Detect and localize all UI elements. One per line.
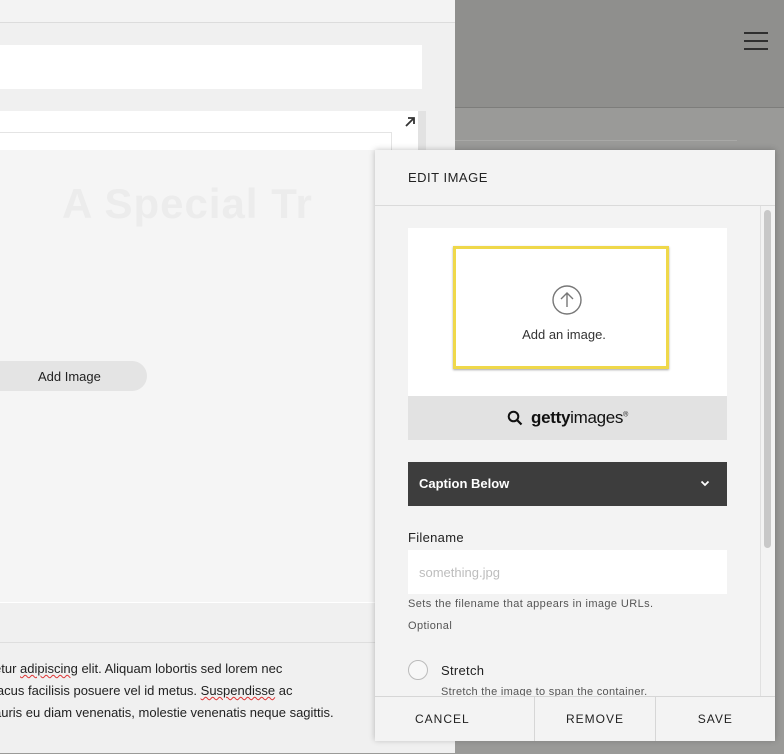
add-image-button[interactable]: Add Image — [0, 361, 147, 391]
site-header-divider — [455, 107, 784, 108]
stretch-label: Stretch — [441, 663, 485, 678]
expand-arrow-icon[interactable] — [402, 115, 418, 131]
dialog-footer: CANCEL REMOVE SAVE — [375, 696, 775, 741]
search-icon — [507, 410, 523, 426]
misspelled-word: Suspendisse — [200, 683, 276, 698]
getty-images-logo: gettyimages® — [531, 408, 628, 427]
filename-optional-text: Optional — [408, 620, 453, 632]
filename-field[interactable] — [408, 550, 727, 594]
arrow-up-circle-icon — [552, 285, 582, 315]
dialog-scroll-track — [760, 206, 761, 696]
block-divider-vertical — [391, 132, 392, 150]
edit-image-dialog: EDIT IMAGE Add an image. gettyimages® Ca… — [375, 150, 775, 741]
hamburger-icon[interactable] — [744, 32, 768, 50]
add-image-dropzone[interactable]: Add an image. — [453, 246, 669, 369]
dialog-title: EDIT IMAGE — [408, 170, 488, 185]
editor-topbar — [0, 0, 455, 23]
add-image-label: Add Image — [38, 368, 101, 384]
caption-position-select[interactable]: Caption Below — [408, 462, 727, 506]
chevron-down-icon — [700, 480, 710, 487]
image-well: Add an image. — [408, 228, 727, 396]
caption-select-value: Caption Below — [419, 476, 510, 491]
remove-button[interactable]: REMOVE — [535, 697, 656, 741]
dialog-scrollbar[interactable] — [764, 210, 771, 548]
add-image-label: Add an image. — [522, 327, 606, 342]
editor-title-field[interactable] — [0, 45, 422, 89]
body-text-segment: ac — [275, 683, 293, 698]
body-text-segment: elit. Aliquam lobortis sed lorem nec — [77, 661, 283, 676]
body-text-segment: etur — [0, 661, 17, 676]
block-divider — [0, 132, 392, 133]
cancel-button[interactable]: CANCEL — [375, 697, 536, 741]
dialog-title-divider — [375, 205, 775, 206]
getty-images-search-button[interactable]: gettyimages® — [408, 396, 727, 440]
save-button[interactable]: SAVE — [656, 697, 775, 741]
body-text-segment: auris eu diam venenatis, molestie venena… — [0, 705, 334, 720]
ghost-heading: A Special Tr — [62, 180, 313, 227]
filename-help-text: Sets the filename that appears in image … — [408, 598, 654, 610]
stretch-toggle[interactable] — [408, 660, 428, 680]
misspelled-word: adipiscing — [20, 661, 78, 676]
site-header-preview — [455, 0, 784, 108]
filename-label: Filename — [408, 530, 464, 545]
body-text-segment: lacus facilisis posuere vel id metus. — [0, 683, 201, 698]
